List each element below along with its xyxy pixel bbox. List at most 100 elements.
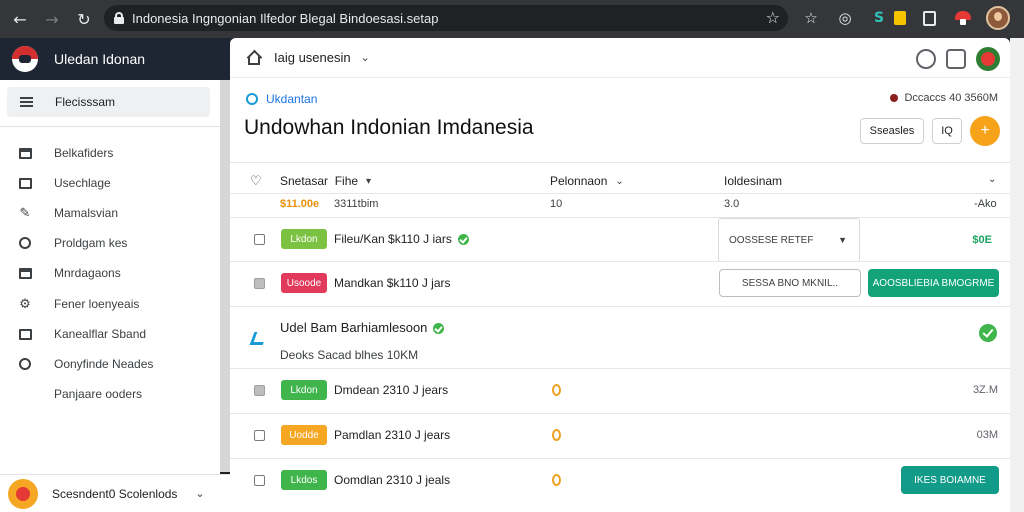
extension-badge-icon[interactable] bbox=[894, 11, 906, 25]
table-row[interactable]: Lkdos Oomdlan 2310 J jeals IKES BOIAMNE bbox=[230, 459, 1010, 503]
breadcrumb-icon bbox=[246, 93, 258, 105]
extension-icon[interactable]: S bbox=[868, 7, 890, 29]
breadcrumb[interactable]: Ukdantan bbox=[246, 92, 317, 106]
check-circle-icon bbox=[18, 357, 32, 371]
divider bbox=[230, 193, 1010, 194]
refresh-icon[interactable] bbox=[916, 49, 936, 69]
sidebar-item[interactable]: ✎ Mamalsvian bbox=[0, 201, 220, 225]
check-circle-icon bbox=[979, 324, 997, 342]
row-checkbox[interactable] bbox=[254, 278, 265, 289]
price-value: $11.00e bbox=[280, 198, 320, 210]
list-box-icon bbox=[18, 176, 32, 190]
action-button[interactable]: IKES BOIAMNE bbox=[901, 466, 999, 494]
sidebar-item[interactable]: Panjaare ooders bbox=[0, 382, 220, 406]
chevron-down-icon: ▼ bbox=[838, 235, 847, 245]
sidebar-item[interactable]: Mnrdagaons bbox=[0, 261, 220, 285]
address-bar[interactable]: Indonesia Ingngonian Ilfedor Blegal Bind… bbox=[104, 5, 788, 31]
sidebar-item[interactable]: Oonyfinde Neades bbox=[0, 352, 220, 376]
sidebar: Flecisssam Belkafiders Usechlage ✎ Mamal… bbox=[0, 80, 220, 512]
back-arrow-icon[interactable]: ← bbox=[8, 7, 32, 31]
folder-icon bbox=[18, 146, 32, 160]
table-row[interactable]: Lkdon Dmdean 2310 J jears 3Z.M bbox=[230, 369, 1010, 413]
home-icon[interactable] bbox=[246, 50, 262, 66]
column-header[interactable]: Ioldesinam bbox=[724, 174, 782, 188]
sidebar-item-label: Mamalsvian bbox=[54, 206, 119, 220]
chevron-down-icon[interactable]: ⌄ bbox=[195, 487, 204, 500]
status-text: Dccaccs 40 3560M bbox=[904, 92, 998, 104]
app-name: Uledan Idonan bbox=[54, 51, 146, 67]
sidebar-item-label: Fener loenyeais bbox=[54, 297, 140, 311]
chevron-down-icon: ▾ bbox=[366, 175, 372, 187]
favorite-heart-icon[interactable]: ♡ bbox=[250, 174, 262, 189]
window-icon[interactable] bbox=[918, 7, 940, 29]
row-checkbox[interactable] bbox=[254, 234, 265, 245]
sidebar-item[interactable]: ⚙ Fener loenyeais bbox=[0, 292, 220, 316]
bookmark-star-icon[interactable]: ☆ bbox=[766, 8, 780, 27]
lock-icon bbox=[114, 12, 124, 24]
browser-actions: ☆ ◎ S bbox=[800, 5, 1010, 31]
menu-lines-icon bbox=[19, 95, 33, 109]
app-logo[interactable] bbox=[12, 46, 38, 72]
group-subtitle: Deoks Sacad blhes 10KM bbox=[280, 348, 419, 362]
app-header: Uledan Idonan bbox=[0, 38, 230, 80]
table-row[interactable]: Lkdon Fileu/Kan $k110 J iars OOSSESE RET… bbox=[230, 218, 1010, 262]
reload-icon[interactable]: ↻ bbox=[72, 7, 96, 31]
row-checkbox[interactable] bbox=[254, 475, 265, 486]
coin-icon bbox=[552, 474, 561, 486]
group-arrow-icon bbox=[250, 328, 264, 342]
file-icon bbox=[18, 266, 32, 280]
star-icon[interactable]: ☆ bbox=[800, 7, 822, 29]
panel-avatar[interactable] bbox=[976, 47, 1000, 71]
column-header[interactable]: Snetasar Fihe ▾ bbox=[280, 174, 371, 188]
chevron-down-icon[interactable]: ⌄ bbox=[361, 51, 370, 64]
forward-arrow-icon[interactable]: → bbox=[40, 7, 64, 31]
user-avatar[interactable] bbox=[8, 478, 38, 509]
add-button[interactable]: + bbox=[970, 116, 1000, 146]
chevron-down-icon: ⌄ bbox=[615, 175, 624, 187]
gear-icon: ⚙ bbox=[19, 296, 31, 312]
workspace-selector[interactable]: Iaig usenesin bbox=[274, 50, 351, 65]
sidebar-item-label: Proldgam kes bbox=[54, 236, 128, 250]
outline-button[interactable]: SESSA BNO MKNIL.. bbox=[719, 269, 861, 297]
sidebar-item-label: Belkafiders bbox=[54, 146, 114, 160]
column-header[interactable]: Pelonnaon ⌄ bbox=[550, 174, 624, 188]
mushroom-extension-icon[interactable] bbox=[952, 7, 974, 29]
settings-circle-icon[interactable]: ◎ bbox=[834, 7, 856, 29]
card-icon bbox=[18, 327, 32, 341]
check-icon bbox=[433, 323, 445, 335]
sidebar-scrollbar[interactable] bbox=[220, 80, 230, 472]
table-row[interactable]: Usoode Mandkan $k110 J jars SESSA BNO MK… bbox=[230, 262, 1010, 306]
subheader-value: -Ako bbox=[974, 198, 997, 210]
sidebar-item[interactable]: Proldgam kes bbox=[0, 231, 220, 255]
status-select[interactable]: OOSSESE RETEF ▼ bbox=[718, 218, 860, 262]
subheader-value: 10 bbox=[550, 198, 563, 210]
primary-button[interactable]: AOOSBLIEBIA BMOGRME bbox=[868, 269, 999, 297]
status-tag: Usoode bbox=[281, 273, 327, 293]
sidebar-item[interactable]: Kanealflar Sband bbox=[0, 322, 220, 346]
sidebar-item-label: Kanealflar Sband bbox=[54, 327, 147, 341]
pin-icon bbox=[18, 236, 32, 250]
row-checkbox[interactable] bbox=[254, 430, 265, 441]
secondary-button[interactable]: Sseasles bbox=[860, 118, 924, 144]
icon-button[interactable]: IQ bbox=[932, 118, 962, 144]
divider bbox=[230, 306, 1010, 307]
page-scrollbar[interactable] bbox=[1010, 38, 1024, 512]
user-name: Scesndent0 Scolenlods bbox=[52, 486, 178, 501]
chevron-down-icon[interactable]: ⌄ bbox=[988, 174, 996, 185]
sidebar-footer[interactable]: Scesndent0 Scolenlods ⌄ bbox=[0, 474, 230, 512]
chat-icon[interactable] bbox=[946, 49, 966, 69]
row-label: Oomdlan 2310 J jeals bbox=[334, 473, 451, 487]
check-icon bbox=[457, 234, 469, 246]
row-checkbox[interactable] bbox=[254, 385, 265, 396]
price-note: 3311tbim bbox=[334, 198, 379, 210]
row-value: 03M bbox=[976, 429, 998, 441]
sidebar-item[interactable]: Belkafiders bbox=[0, 141, 220, 165]
pen-icon: ✎ bbox=[19, 205, 31, 221]
profile-avatar[interactable] bbox=[986, 6, 1010, 30]
sidebar-item-active[interactable]: Flecisssam bbox=[7, 87, 210, 117]
row-label: Mandkan $k110 J jars bbox=[334, 276, 451, 290]
sidebar-item[interactable]: Usechlage bbox=[0, 171, 220, 195]
row-label: Dmdean 2310 J jears bbox=[334, 383, 449, 397]
status-indicator: Dccaccs 40 3560M bbox=[890, 92, 998, 104]
table-row[interactable]: Uodde Pamdlan 2310 J jears 03M bbox=[230, 414, 1010, 458]
